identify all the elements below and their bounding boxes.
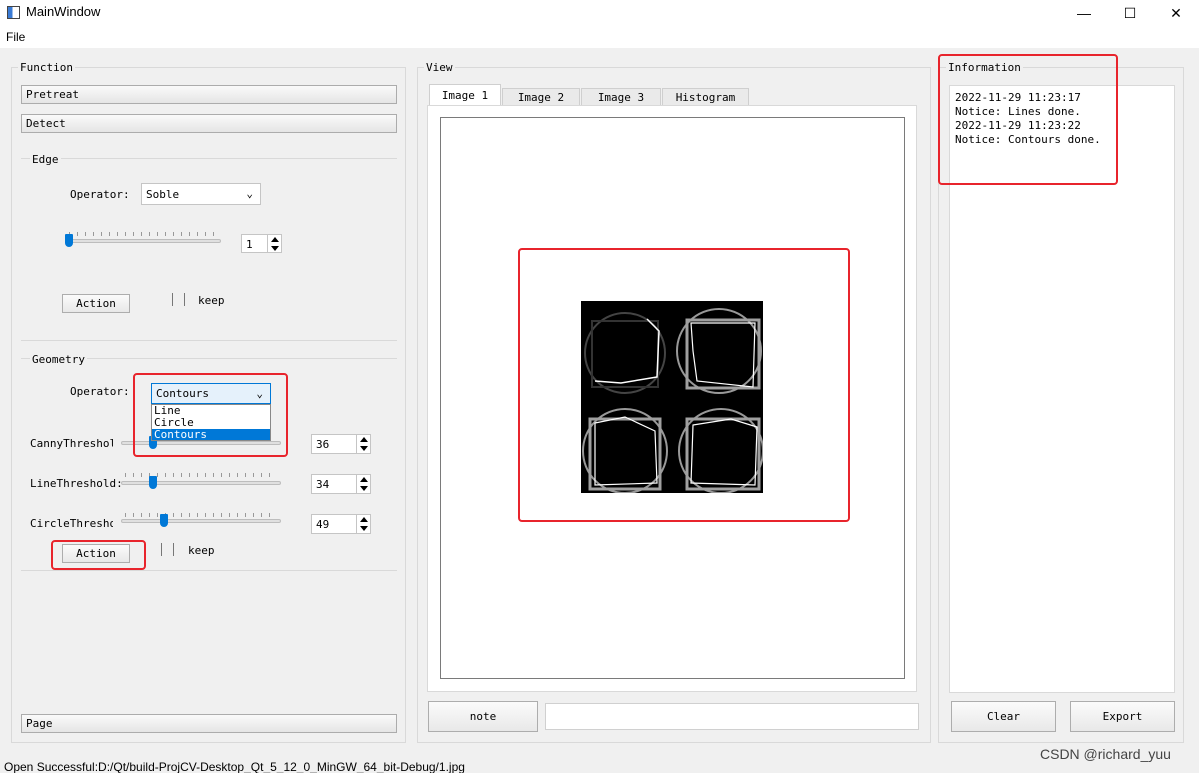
edge-operator-value: Soble — [146, 187, 180, 201]
line-slider-ticks — [125, 473, 277, 477]
spin-up-icon[interactable] — [360, 477, 368, 482]
spin-down-icon[interactable] — [360, 486, 368, 491]
log-textarea[interactable]: 2022-11-29 11:23:17 Notice: Lines done. … — [949, 85, 1175, 693]
view-title: View — [424, 61, 455, 74]
circle-spin-value: 49 — [316, 518, 330, 531]
circle-label: CircleThreshold — [30, 517, 113, 530]
spin-arrows[interactable] — [356, 515, 370, 533]
line-spin-value: 34 — [316, 478, 330, 491]
canny-slider-groove — [121, 441, 281, 445]
edge-keep-label: keep — [198, 294, 225, 307]
export-button[interactable]: Export — [1070, 701, 1175, 732]
status-bar: Open Successful:D:/Qt/build-ProjCV-Deskt… — [0, 755, 1199, 773]
circle-slider-ticks — [125, 513, 277, 517]
information-title: Information — [946, 61, 1023, 74]
edge-slider-groove — [65, 239, 221, 243]
circle-slider-groove — [121, 519, 281, 523]
log-line: Notice: Lines done. — [955, 105, 1081, 118]
page-button[interactable]: Page — [21, 714, 397, 733]
chevron-down-icon: ⌄ — [246, 187, 253, 200]
information-panel: Information 2022-11-29 11:23:17 Notice: … — [935, 48, 1199, 748]
edge-operator-label: Operator: — [70, 188, 130, 201]
menu-bar: File — [0, 26, 1199, 48]
geometry-title: Geometry — [30, 353, 87, 366]
spin-down-icon[interactable] — [360, 446, 368, 451]
canny-spinbox[interactable]: 36 — [311, 434, 371, 454]
spin-arrows[interactable] — [356, 435, 370, 453]
function-title: Function — [18, 61, 75, 74]
window-title: MainWindow — [26, 4, 101, 19]
edge-spinbox[interactable]: 1 — [241, 234, 282, 253]
geometry-operator-value: Contours — [156, 387, 209, 400]
close-button[interactable]: ✕ — [1153, 0, 1199, 26]
circle-slider-handle[interactable] — [160, 514, 168, 527]
tab-histogram[interactable]: Histogram — [662, 88, 749, 106]
tab-image-3[interactable]: Image 3 — [581, 88, 661, 106]
edge-slider-ticks — [69, 232, 219, 236]
edge-spin-value: 1 — [246, 238, 253, 251]
circle-spinbox[interactable]: 49 — [311, 514, 371, 534]
canny-spin-value: 36 — [316, 438, 330, 451]
clear-button[interactable]: Clear — [951, 701, 1056, 732]
geometry-operator-label: Operator: — [70, 385, 130, 398]
contours-image — [581, 301, 763, 493]
log-line: Notice: Contours done. — [955, 133, 1101, 146]
spin-down-icon[interactable] — [360, 526, 368, 531]
line-slider-handle[interactable] — [149, 476, 157, 489]
menu-file[interactable]: File — [6, 30, 25, 44]
edge-operator-combo[interactable]: Soble ⌄ — [141, 183, 261, 205]
tab-image-1[interactable]: Image 1 — [429, 84, 501, 106]
app-icon — [7, 6, 20, 19]
canny-label: CannyThreshold — [30, 437, 113, 450]
spin-up-icon[interactable] — [271, 237, 279, 242]
status-text: Open Successful:D:/Qt/build-ProjCV-Deskt… — [4, 760, 465, 773]
geometry-keep-checkbox[interactable] — [161, 543, 174, 556]
operator-dropdown-list[interactable]: Line Circle Contours — [151, 404, 271, 441]
title-bar: MainWindow — ☐ ✕ — [0, 0, 1199, 26]
edge-title: Edge — [30, 153, 61, 166]
pretreat-button[interactable]: Pretreat — [21, 85, 397, 104]
log-line: 2022-11-29 11:23:22 — [955, 119, 1081, 132]
note-input[interactable] — [545, 703, 919, 730]
detect-button[interactable]: Detect — [21, 114, 397, 133]
spin-arrows[interactable] — [356, 475, 370, 493]
view-panel: View Image 1 Image 2 Image 3 Histogram n… — [413, 48, 935, 748]
tab-image-2[interactable]: Image 2 — [502, 88, 580, 106]
edge-slider-handle[interactable] — [65, 234, 73, 247]
image-background — [581, 301, 763, 493]
spin-up-icon[interactable] — [360, 517, 368, 522]
line-label: LineThreshold: — [30, 477, 123, 490]
geometry-operator-combo[interactable]: Contours ⌄ — [151, 383, 271, 404]
geometry-keep-label: keep — [188, 544, 215, 557]
line-spinbox[interactable]: 34 — [311, 474, 371, 494]
note-button[interactable]: note — [428, 701, 538, 732]
line-slider-groove — [121, 481, 281, 485]
chevron-down-icon: ⌄ — [256, 387, 263, 400]
maximize-button[interactable]: ☐ — [1107, 0, 1153, 26]
edge-action-button[interactable]: Action — [62, 294, 130, 313]
edge-keep-checkbox[interactable] — [172, 293, 185, 306]
function-panel: Function Pretreat Detect Edge Operator: … — [0, 48, 413, 748]
watermark: CSDN @richard_yuu — [1040, 746, 1171, 762]
minimize-button[interactable]: — — [1061, 0, 1107, 26]
spin-up-icon[interactable] — [360, 437, 368, 442]
log-line: 2022-11-29 11:23:17 — [955, 91, 1081, 104]
geometry-action-button[interactable]: Action — [62, 544, 130, 563]
spin-arrows[interactable] — [267, 235, 281, 252]
option-contours[interactable]: Contours — [152, 429, 270, 440]
spin-down-icon[interactable] — [271, 246, 279, 251]
